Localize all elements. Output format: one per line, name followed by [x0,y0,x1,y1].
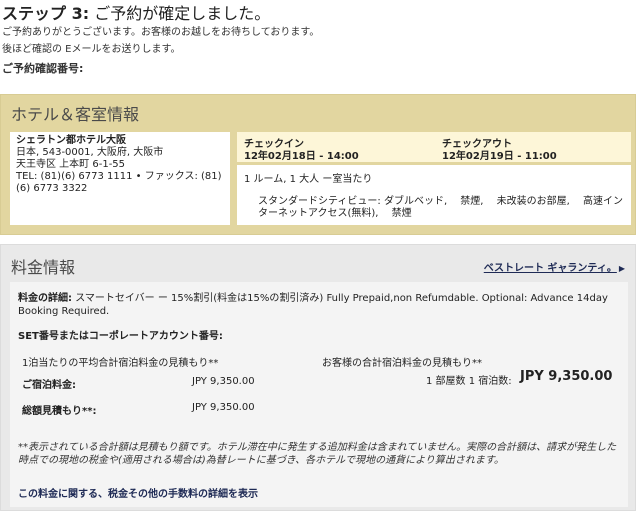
tax-fee-details-link[interactable]: この料金に関する、税金その他の手数料の詳細を表示 [18,485,258,500]
total-estimate-row-label: 総額見積もり**: [22,406,97,417]
total-estimate-label: お客様の合計宿泊料金の見積もり** [322,358,482,369]
hotel-name: シェラトン都ホテル大阪 [16,135,126,146]
grand-total: JPY 9,350.00 [520,369,613,384]
thank-you-text: ご予約ありがとうございます。お客様のお越しをお待ちしております。 [2,27,320,38]
triangle-right-icon: ▶ [618,264,625,273]
checkout-value: 12年02月19日 - 11:00 [442,151,557,162]
average-nightly-label: 1泊当たりの平均合計宿泊料金の見積もり** [22,358,219,369]
page-title: ステップ 3: ご予約が確定しました。 [2,4,271,23]
hotel-fax: (6) 6773 3322 [16,183,88,194]
hotel-phone: TEL: (81)(6) 6773 1111 • ファックス: (81) [16,171,222,182]
stay-dates: チェックイン 12年02月18日 - 14:00 チェックアウト 12年02月1… [237,132,631,162]
room-details: 1 ルーム, 1 大人 ー室当たり スタンダードシティビュー: ダブルベッド, … [237,165,631,225]
hotel-address-line2: 天王寺区 上本町 6-1-55 [16,159,126,170]
room-description: スタンダードシティビュー: ダブルベッド, 禁煙, 未改装のお部屋, 高速インタ… [258,196,624,219]
best-rate-guarantee-link[interactable]: ベストレート ギャランティ。 ▶ [484,259,625,274]
total-estimate-row-value: JPY 9,350.00 [192,402,255,413]
hotel-section-heading: ホテル＆客室情報 [11,105,140,124]
set-number-label: SET番号またはコーポレートアカウント番号: [18,331,223,342]
confirmation-number-label: ご予約確認番号: [2,62,84,75]
estimate-disclaimer: **表示されている合計額は見積もり額です。ホテル滞在中に発生する追加料金は含まれ… [18,442,617,466]
email-notice-text: 後ほど確認の Eメールをお送りします。 [2,44,181,55]
rooms-nights-count: 1 部屋数 1 宿泊数: [426,376,512,387]
hotel-room-info-section: ホテル＆客室情報 シェラトン都ホテル大阪 日本, 543-0001, 大阪府, … [0,94,636,235]
checkin-value: 12年02月18日 - 14:00 [244,151,359,162]
hotel-address-card: シェラトン都ホテル大阪 日本, 543-0001, 大阪府, 大阪市 天王寺区 … [10,132,230,225]
stay-fee-label: ご宿泊料金: [22,380,76,391]
room-guest-count: 1 ルーム, 1 大人 ー室当たり [244,174,373,185]
stay-fee-value: JPY 9,350.00 [192,376,255,387]
rate-section-heading: 料金情報 [11,258,76,277]
rate-details-panel: 料金の詳細: スマートセイバー ー 15%割引(料金は15%の割引済み) Ful… [10,282,628,507]
hotel-address-line1: 日本, 543-0001, 大阪府, 大阪市 [16,147,164,158]
rate-info-section: 料金情報 ベストレート ギャランティ。 ▶ 料金の詳細: スマートセイバー ー 1… [0,244,636,511]
rate-detail: 料金の詳細: スマートセイバー ー 15%割引(料金は15%の割引済み) Ful… [18,293,608,317]
